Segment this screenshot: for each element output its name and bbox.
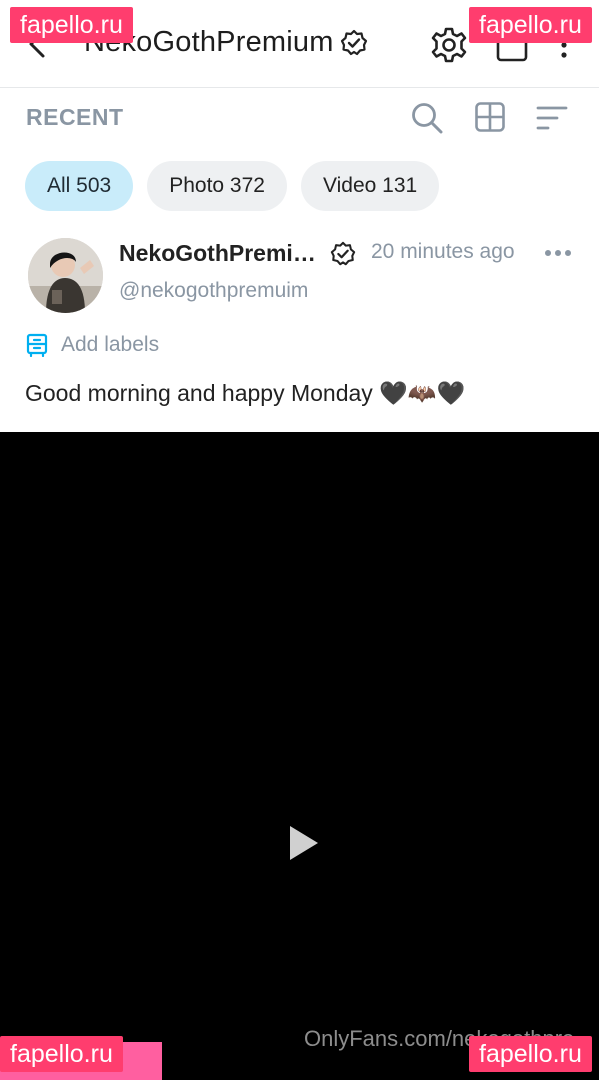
sort-icon	[536, 106, 568, 130]
play-icon[interactable]	[288, 824, 320, 862]
more-horizontal-icon	[545, 250, 571, 256]
search-icon	[412, 103, 443, 134]
post-header: NekoGothPremi… 20 minutes ago @nekogothp…	[0, 230, 599, 320]
post-author-name[interactable]: NekoGothPremi…	[119, 240, 316, 267]
gear-icon	[431, 27, 467, 63]
watermark-bottom-left: fapello.ru	[0, 1036, 123, 1072]
watermark-top-right: fapello.ru	[469, 7, 592, 43]
filter-chip-all[interactable]: All 503	[25, 161, 134, 211]
settings-button[interactable]	[430, 26, 468, 64]
search-button[interactable]	[410, 101, 444, 135]
filter-chip-photo[interactable]: Photo 372	[147, 161, 287, 211]
section-label: RECENT	[26, 104, 124, 130]
grid-view-button[interactable]	[474, 101, 506, 133]
watermark-top-left: fapello.ru	[10, 7, 133, 43]
verified-badge-icon	[330, 241, 356, 266]
video-player[interactable]: OnlyFans.com/nekogothpre	[0, 432, 599, 1080]
add-labels-button[interactable]: Add labels	[26, 330, 159, 360]
avatar-photo	[28, 238, 103, 313]
watermark-bottom-right: fapello.ru	[469, 1036, 592, 1072]
sort-button[interactable]	[534, 103, 570, 133]
post-author-handle[interactable]: @nekogothpremuim	[119, 279, 308, 303]
post-more-button[interactable]	[544, 246, 572, 258]
filter-chips: All 503 Photo 372 Video 131	[25, 161, 440, 211]
post-caption: Good morning and happy Monday 🖤🦇🖤	[25, 380, 466, 406]
verified-badge-icon	[340, 29, 368, 56]
filter-chip-video[interactable]: Video 131	[300, 161, 440, 211]
section-toolbar: RECENT	[0, 89, 599, 149]
post-timestamp: 20 minutes ago	[371, 240, 515, 263]
add-labels-text: Add labels	[61, 333, 160, 356]
label-icon	[26, 333, 48, 357]
avatar[interactable]	[28, 238, 103, 313]
grid-icon	[475, 102, 505, 132]
